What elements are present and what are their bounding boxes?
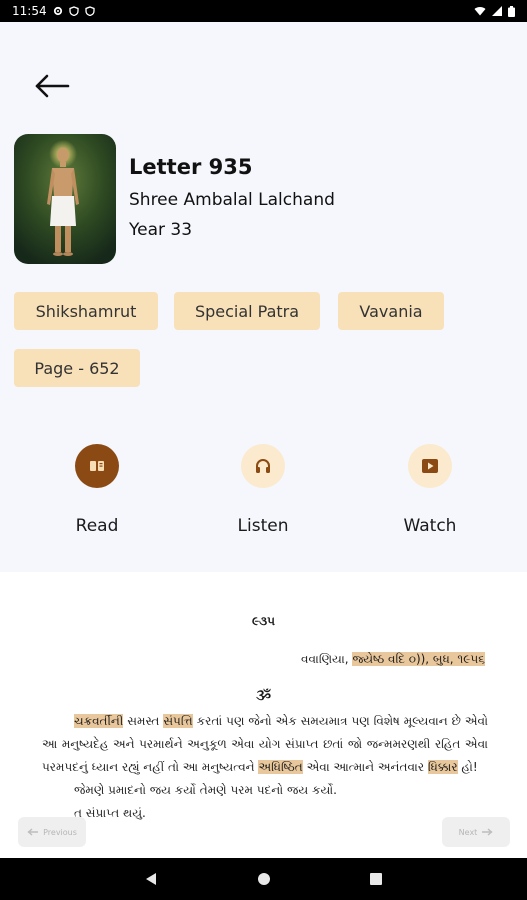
wifi-icon	[474, 6, 486, 16]
paragraph-3: ત સંપ્રાપ્ત થયું.	[74, 806, 146, 820]
listen-label: Listen	[237, 516, 289, 536]
next-button[interactable]: Next	[442, 817, 510, 847]
arrow-left-icon	[27, 828, 39, 836]
battery-icon	[508, 5, 515, 17]
document-body: ચક્રવર્તીની સમસ્ત સંપત્તિ કરતાં પણ જેનો …	[42, 710, 488, 825]
listen-icon-circle	[241, 444, 285, 488]
tag-chip-place[interactable]: Vavania	[338, 292, 444, 330]
back-arrow-icon	[35, 74, 70, 98]
date-place: વવાણિયા,	[300, 652, 349, 666]
arrow-right-icon	[482, 828, 493, 836]
system-home-icon[interactable]	[257, 872, 271, 886]
read-label: Read	[75, 516, 119, 536]
previous-button[interactable]: Previous	[18, 817, 86, 847]
highlight-word[interactable]: સંપત્તિ	[163, 714, 193, 728]
shield-icon	[84, 6, 95, 16]
watch-action-button[interactable]: Watch	[370, 444, 490, 554]
book-icon	[90, 461, 104, 471]
letter-title: Letter 935	[129, 155, 253, 179]
text-span: સમસ્ત	[123, 714, 164, 728]
document-number: ૯૩૫	[252, 614, 275, 628]
shield-icon	[68, 6, 79, 16]
document-date: વવાણિયા, જ્યેષ્ઠ વદિ ૦)), બુધ, ૧૯૫૬	[301, 652, 485, 667]
previous-label: Previous	[43, 827, 77, 837]
system-recents-icon[interactable]	[370, 873, 382, 885]
letter-document-page: ૯૩૫ વવાણિયા, જ્યેષ્ઠ વદિ ૦)), બુધ, ૧૯૫૬ …	[0, 572, 527, 858]
om-symbol: ૐ	[255, 688, 272, 704]
system-navigation-bar	[0, 858, 527, 900]
paragraph-1: ચક્રવર્તીની સમસ્ત સંપત્તિ કરતાં પણ જેનો …	[42, 710, 488, 779]
signal-icon	[492, 6, 502, 16]
tag-chip-page[interactable]: Page - 652	[14, 349, 140, 387]
back-button[interactable]	[32, 70, 72, 102]
highlight-word[interactable]: ધિક્કાર	[427, 760, 458, 774]
status-right	[474, 5, 515, 17]
tag-chip-category[interactable]: Shikshamrut	[14, 292, 158, 330]
listen-action-button[interactable]: Listen	[203, 444, 323, 554]
status-time: 11:54	[12, 4, 47, 18]
highlight-word[interactable]: અધિષ્ઠિત	[258, 760, 303, 774]
status-left: 11:54	[12, 4, 95, 18]
read-icon-circle	[75, 444, 119, 488]
status-bar: 11:54	[0, 0, 527, 22]
next-label: Next	[458, 827, 478, 837]
settings-icon	[53, 6, 62, 16]
text-span: હો!	[457, 760, 478, 774]
tag-chip-type[interactable]: Special Patra	[174, 292, 320, 330]
paragraph-2: જેમણે પ્રમાદનો જય કર્યો તેમણે પરમ પદનો જ…	[74, 783, 337, 797]
letter-thumbnail-image	[14, 134, 116, 264]
headphones-icon	[256, 459, 270, 473]
text-span: એવા આત્માને અનંતવાર	[302, 760, 428, 774]
highlight-word[interactable]: ચક્રવર્તીની	[74, 714, 124, 728]
read-action-button[interactable]: Read	[37, 444, 157, 554]
letter-recipient: Shree Ambalal Lalchand	[129, 190, 335, 210]
video-play-icon	[422, 459, 438, 473]
date-highlight: જ્યેષ્ઠ વદિ ૦)), બુધ, ૧૯૫૬	[352, 652, 485, 666]
watch-icon-circle	[408, 444, 452, 488]
letter-year: Year 33	[129, 220, 193, 240]
system-back-icon[interactable]	[145, 872, 157, 886]
watch-label: Watch	[403, 516, 457, 536]
